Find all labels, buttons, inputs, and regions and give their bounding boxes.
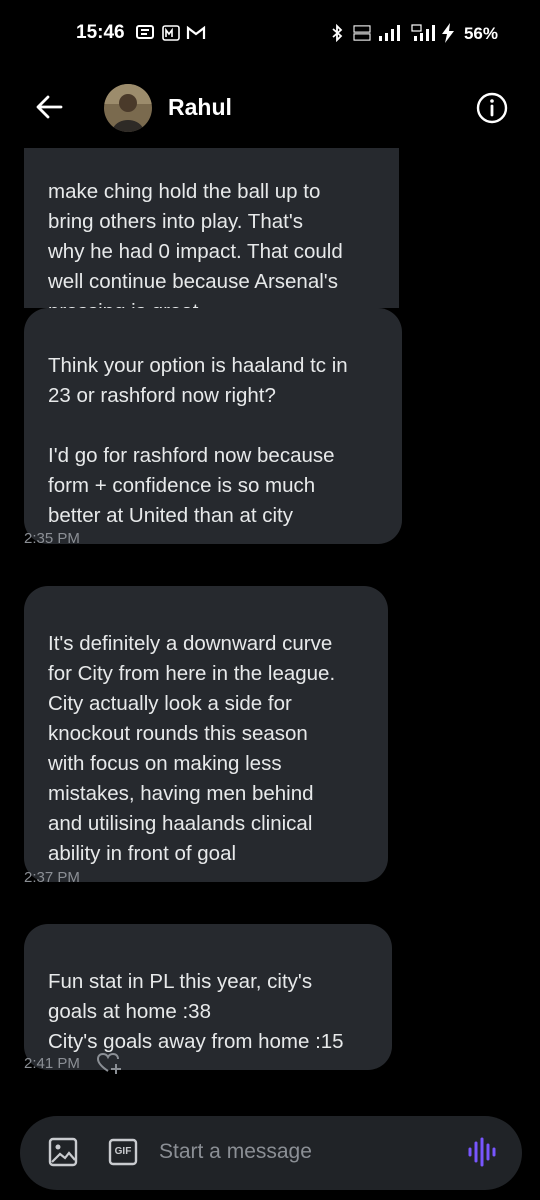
status-bar: 15:46 56% xyxy=(0,0,540,70)
voice-message-icon[interactable] xyxy=(466,1137,498,1169)
message-notification-icon xyxy=(136,25,154,41)
message-timestamp: 2:35 PM xyxy=(24,530,80,547)
info-icon[interactable] xyxy=(476,92,508,124)
avatar[interactable] xyxy=(104,84,152,132)
charging-icon xyxy=(440,23,456,43)
image-icon[interactable] xyxy=(48,1137,80,1169)
message-text: Think your option is haaland tc in 23 or… xyxy=(48,354,348,527)
message-bubble[interactable]: It's definitely a downward curve for Cit… xyxy=(24,586,388,882)
gif-label: GIF xyxy=(114,1146,132,1157)
message-text: make ching hold the ball up to bring oth… xyxy=(48,180,343,308)
message-text: Fun stat in PL this year, city's goals a… xyxy=(48,970,344,1053)
battery-percent: 56% xyxy=(463,24,498,43)
conversation-header: Rahul xyxy=(0,70,540,148)
gif-icon[interactable]: GIF xyxy=(108,1137,140,1169)
back-arrow-icon[interactable] xyxy=(34,92,64,122)
signal-icon-1 xyxy=(378,25,402,41)
app-notification-icon xyxy=(162,25,180,41)
status-time: 15:46 xyxy=(76,22,125,43)
message-input[interactable]: Start a message xyxy=(159,1140,312,1164)
message-timestamp: 2:41 PM xyxy=(24,1055,80,1072)
contact-name[interactable]: Rahul xyxy=(168,94,232,121)
bluetooth-icon xyxy=(330,24,344,42)
signal-5g-icon xyxy=(410,24,438,41)
message-clip: make ching hold the ball up to bring oth… xyxy=(0,148,540,308)
volte-icon xyxy=(352,25,372,41)
message-text: It's definitely a downward curve for Cit… xyxy=(48,632,336,865)
message-bubble[interactable]: Fun stat in PL this year, city's goals a… xyxy=(24,924,392,1070)
add-reaction-icon[interactable] xyxy=(96,1050,122,1076)
message-timestamp: 2:37 PM xyxy=(24,869,80,886)
message-composer: GIF Start a message xyxy=(20,1116,522,1190)
message-bubble[interactable]: make ching hold the ball up to bring oth… xyxy=(24,148,399,308)
message-bubble[interactable]: Think your option is haaland tc in 23 or… xyxy=(24,308,402,544)
gmail-icon xyxy=(186,25,206,41)
